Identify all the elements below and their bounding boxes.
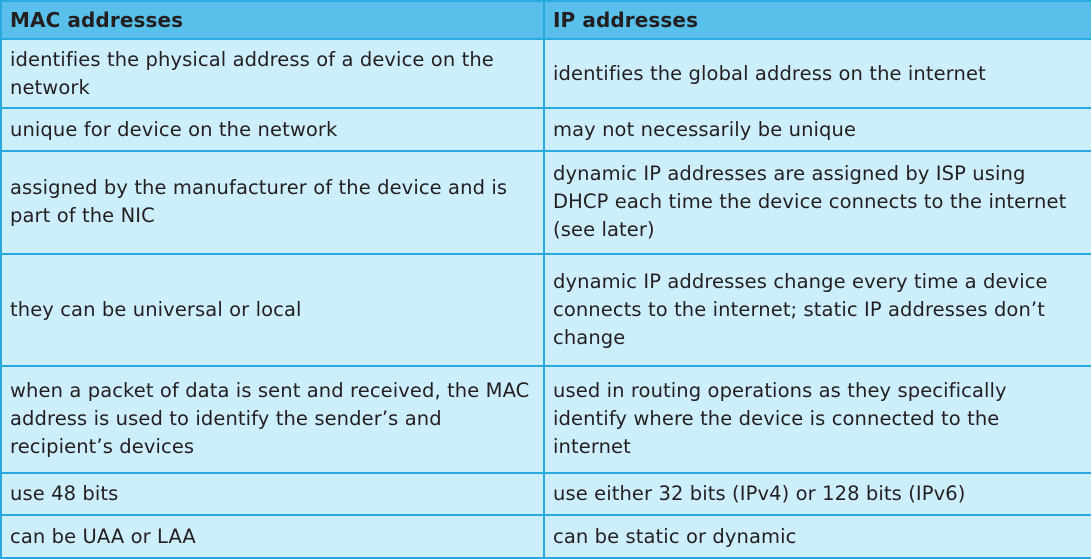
- table-row: unique for device on the network may not…: [0, 107, 1091, 152]
- comparison-table: MAC addresses IP addresses identifies th…: [0, 0, 1091, 559]
- mac-cell: use 48 bits: [0, 471, 545, 517]
- header-mac-addresses: MAC addresses: [0, 0, 545, 40]
- ip-cell: identifies the global address on the int…: [543, 37, 1091, 110]
- mac-cell: when a packet of data is sent and receiv…: [0, 364, 545, 474]
- table-row: can be UAA or LAA can be static or dynam…: [0, 514, 1091, 559]
- header-row: MAC addresses IP addresses: [0, 0, 1091, 40]
- mac-cell: unique for device on the network: [0, 107, 545, 152]
- table-row: they can be universal or local dynamic I…: [0, 252, 1091, 367]
- table-body: identifies the physical address of a dev…: [0, 37, 1091, 559]
- ip-cell: used in routing operations as they speci…: [543, 364, 1091, 474]
- table-head: MAC addresses IP addresses: [0, 0, 1091, 40]
- mac-cell: assigned by the manufacturer of the devi…: [0, 149, 545, 255]
- table-row: when a packet of data is sent and receiv…: [0, 364, 1091, 474]
- mac-cell: identifies the physical address of a dev…: [0, 37, 545, 110]
- ip-cell: can be static or dynamic: [543, 514, 1091, 559]
- ip-cell: may not necessarily be unique: [543, 107, 1091, 152]
- table-row: identifies the physical address of a dev…: [0, 37, 1091, 110]
- ip-cell: dynamic IP addresses are assigned by ISP…: [543, 149, 1091, 255]
- ip-cell: use either 32 bits (IPv4) or 128 bits (I…: [543, 471, 1091, 517]
- mac-cell: can be UAA or LAA: [0, 514, 545, 559]
- header-ip-addresses: IP addresses: [543, 0, 1091, 40]
- table-row: use 48 bits use either 32 bits (IPv4) or…: [0, 471, 1091, 517]
- mac-cell: they can be universal or local: [0, 252, 545, 367]
- ip-cell: dynamic IP addresses change every time a…: [543, 252, 1091, 367]
- table-row: assigned by the manufacturer of the devi…: [0, 149, 1091, 255]
